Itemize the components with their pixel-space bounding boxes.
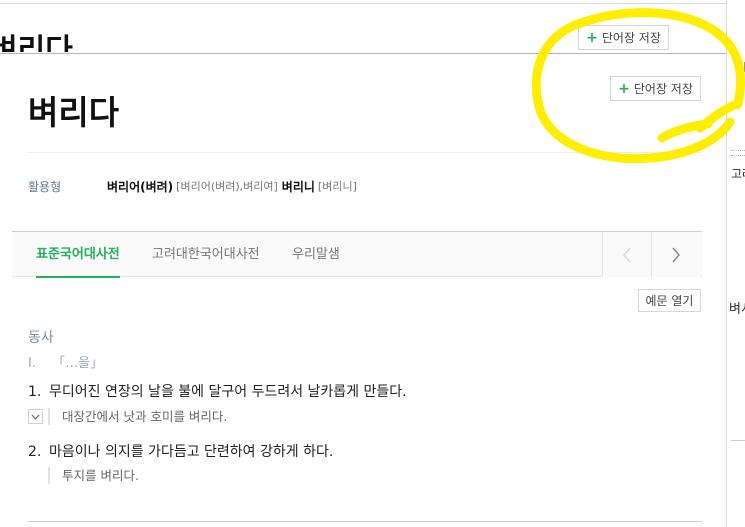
- open-examples-button[interactable]: 예문 열기: [638, 289, 701, 312]
- side-panel-text: 벼시: [729, 302, 745, 317]
- entry-top-divider: [0, 53, 726, 54]
- side-panel-dotted-rule: [731, 150, 745, 156]
- example-sentence: 대장간에서 낫과 호미를 벼리다.: [48, 408, 227, 425]
- example-sentence: 투지를 벼리다.: [48, 467, 139, 484]
- side-panel-mark: [740, 62, 745, 72]
- plus-icon: +: [618, 80, 630, 97]
- entry-word-title: 벼리다: [28, 93, 120, 132]
- conjugation-form: 벼리어(벼려): [107, 179, 174, 194]
- plus-icon: +: [586, 29, 598, 46]
- definition-text: 무디어진 연장의 날을 불에 달구어 두드려서 날카롭게 만들다.: [49, 384, 407, 400]
- conjugation-form: 벼리니: [281, 179, 315, 194]
- conjugation-row: 활용형 벼리어(벼려) [벼리어(벼려),벼리여] 벼리니 [벼리니]: [28, 178, 361, 194]
- background-save-label: 단어장 저장: [601, 31, 661, 45]
- dictionary-tab-bar: 표준국어대사전 고려대한국어대사전 우리말샘: [12, 231, 702, 278]
- background-save-to-wordbook-button[interactable]: + 단어장 저장: [578, 25, 669, 50]
- entry-divider: [28, 152, 702, 153]
- next-tab-button[interactable]: [651, 232, 700, 277]
- chevron-down-icon: [31, 414, 40, 420]
- definition-number: 1.: [28, 384, 42, 400]
- tab-korea-university-dictionary[interactable]: 고려대한국어대사전: [152, 232, 260, 277]
- part-of-speech: 동사: [28, 330, 54, 346]
- background-divider: [0, 3, 726, 4]
- tab-urimalsaem[interactable]: 우리말샘: [292, 232, 340, 277]
- sense-group-number: I.: [28, 356, 36, 371]
- side-panel: [727, 0, 745, 527]
- tab-standard-korean-dictionary[interactable]: 표준국어대사전: [36, 232, 120, 278]
- conjugation-pronunciation: [벼리어(벼려),벼리여]: [176, 180, 278, 193]
- sentence-pattern-text: 「…을」: [52, 356, 104, 371]
- chevron-right-icon: [672, 247, 680, 262]
- save-to-wordbook-label: 단어장 저장: [633, 82, 693, 96]
- definition-item: 1. 무디어진 연장의 날을 불에 달구어 두드려서 날카롭게 만들다.: [28, 381, 407, 401]
- side-panel-text: 고려: [731, 167, 745, 181]
- example-expand-toggle[interactable]: [28, 409, 43, 424]
- save-to-wordbook-button[interactable]: + 단어장 저장: [610, 76, 701, 101]
- conjugation-label: 활용형: [28, 179, 62, 194]
- conjugation-pronunciation: [벼리니]: [317, 180, 357, 193]
- definition-item: 2. 마음이나 의지를 가다듬고 단련하여 강하게 하다.: [28, 441, 333, 461]
- previous-tab-button[interactable]: [602, 232, 651, 277]
- definition-number: 2.: [28, 444, 42, 460]
- chevron-left-icon: [623, 247, 631, 262]
- definition-text: 마음이나 의지를 가다듬고 단련하여 강하게 하다.: [49, 444, 334, 460]
- entry-bottom-divider: [28, 521, 702, 522]
- sentence-pattern: I. 「…을」: [28, 352, 103, 371]
- side-panel-divider-line: [731, 440, 745, 441]
- background-word-title: 벼리다: [0, 33, 73, 52]
